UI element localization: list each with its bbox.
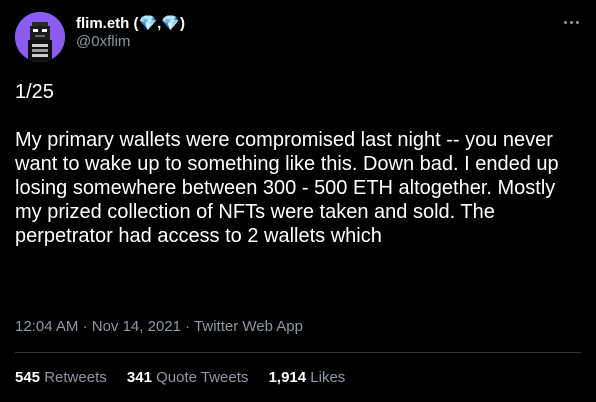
tweet-time[interactable]: 12:04 AM	[15, 318, 78, 335]
retweets-count: 545	[15, 369, 41, 386]
likes-label: Likes	[310, 369, 346, 386]
tweet-metadata: 12:04 AM · Nov 14, 2021 · Twitter Web Ap…	[15, 318, 303, 335]
more-horizontal-icon[interactable]	[561, 12, 581, 32]
retweets-stat[interactable]: 545 Retweets	[15, 369, 111, 386]
quote-tweets-stat[interactable]: 341 Quote Tweets	[127, 369, 253, 386]
engagement-stats: 545 Retweets 341 Quote Tweets 1,914 Like…	[15, 369, 361, 386]
avatar-image	[15, 12, 65, 62]
likes-count: 1,914	[268, 369, 307, 386]
tweet-date[interactable]: Nov 14, 2021	[92, 318, 181, 335]
tweet-source[interactable]: Twitter Web App	[194, 318, 303, 335]
display-name[interactable]: flim.eth (💎,💎)	[76, 14, 185, 32]
tweet-card: flim.eth (💎,💎) @0xflim 1/25 My primary w…	[0, 0, 596, 402]
user-handle[interactable]: @0xflim	[76, 33, 130, 50]
tweet-text: 1/25 My primary wallets were compromised…	[15, 81, 559, 247]
quote-tweets-count: 341	[126, 369, 152, 386]
retweets-label: Retweets	[44, 369, 107, 386]
quote-tweets-label: Quote Tweets	[156, 369, 249, 386]
meta-separator: ·	[82, 318, 92, 335]
meta-separator: ·	[185, 318, 195, 335]
avatar[interactable]	[15, 12, 65, 62]
likes-stat[interactable]: 1,914 Likes	[269, 369, 346, 386]
divider	[15, 352, 581, 353]
